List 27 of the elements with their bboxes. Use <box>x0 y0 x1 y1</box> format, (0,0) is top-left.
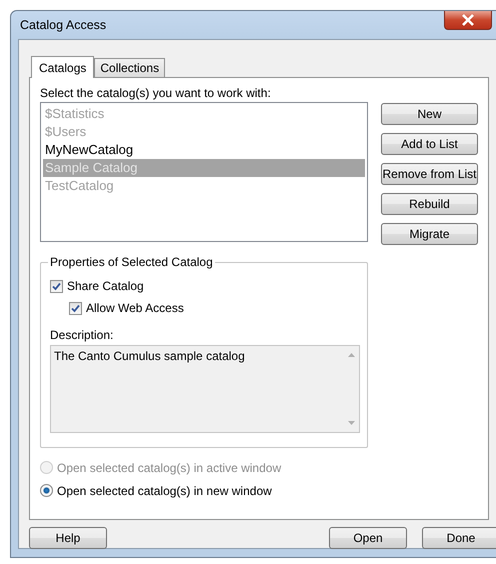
checkbox[interactable] <box>50 280 63 292</box>
description-label: Description: <box>50 327 114 343</box>
close-icon <box>461 14 475 26</box>
checkbox[interactable] <box>69 302 82 314</box>
close-button[interactable] <box>444 11 492 30</box>
scroll-up-icon <box>348 353 354 357</box>
checkbox-label: Allow Web Access <box>86 301 184 315</box>
action-button[interactable]: Rebuild <box>381 193 478 215</box>
list-item[interactable]: MyNewCatalog <box>43 141 365 159</box>
help-button[interactable]: Help <box>29 527 107 549</box>
dialog-button[interactable]: Done <box>422 527 496 549</box>
tab[interactable]: Catalogs <box>31 56 94 78</box>
dialog-button[interactable]: Open <box>329 527 407 549</box>
action-button[interactable]: Add to List <box>381 133 478 155</box>
radio-button[interactable] <box>40 484 53 497</box>
description-field[interactable]: The Canto Cumulus sample catalog <box>50 345 360 433</box>
scroll-down-icon <box>348 421 354 425</box>
radio-label: Open selected catalog(s) in new window <box>57 484 272 498</box>
action-button[interactable]: New <box>381 103 478 125</box>
action-button[interactable]: Remove from List <box>381 163 478 185</box>
window-title: Catalog Access <box>20 18 106 32</box>
tab[interactable]: Collections <box>94 58 166 77</box>
radio-label: Open selected catalog(s) in active window <box>57 460 282 474</box>
checkbox-label: Share Catalog <box>67 279 144 293</box>
list-label: Select the catalog(s) you want to work with: <box>40 86 272 100</box>
action-button[interactable]: Migrate <box>381 223 478 245</box>
group-title: Properties of Selected Catalog <box>48 255 215 269</box>
